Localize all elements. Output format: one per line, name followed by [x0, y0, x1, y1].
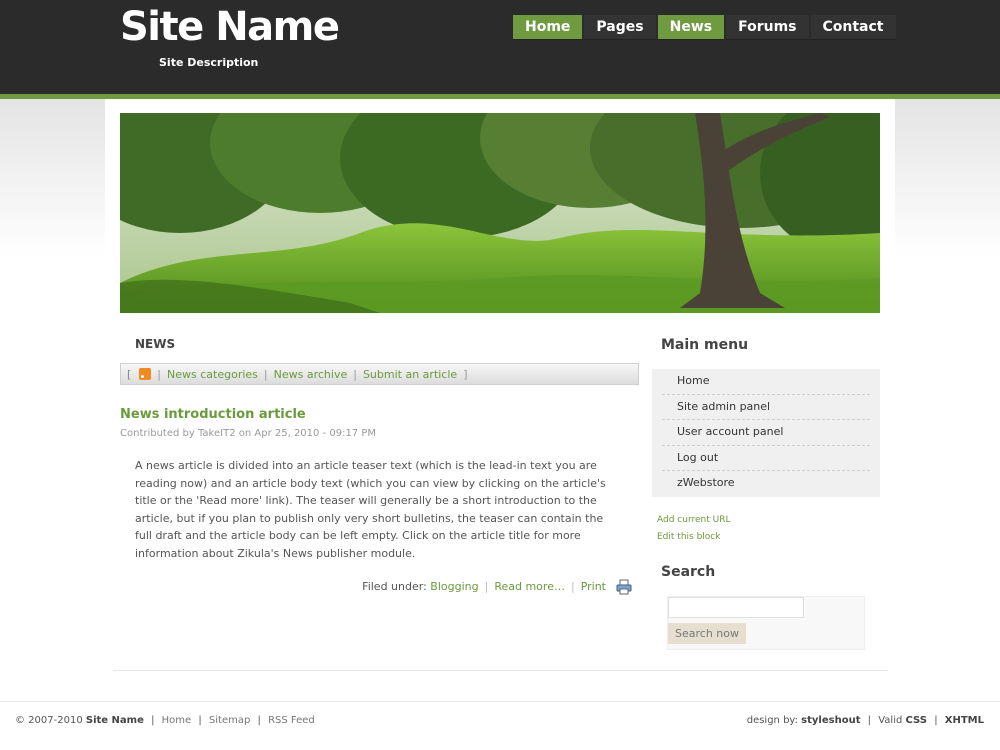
article-title[interactable]: News introduction article	[120, 407, 306, 422]
news-archive-link[interactable]: News archive	[274, 368, 348, 381]
search-input[interactable]	[668, 597, 804, 618]
separator: |	[151, 715, 155, 726]
footer-home-link[interactable]: Home	[162, 715, 192, 726]
footer-divider	[113, 670, 888, 671]
css-label: CSS	[905, 715, 928, 726]
separator: |	[257, 715, 261, 726]
main-navigation: Home Pages News Forums Contact	[513, 15, 898, 40]
valid-css-link[interactable]: CSS	[906, 715, 927, 726]
footer-sitemap-link[interactable]: Sitemap	[209, 715, 250, 726]
site-name[interactable]: Site Name	[120, 4, 340, 50]
submit-article-link[interactable]: Submit an article	[363, 368, 457, 381]
separator: |	[157, 367, 162, 381]
search-button[interactable]: Search now	[668, 623, 746, 644]
print-link[interactable]: Print	[581, 580, 606, 593]
separator: |	[353, 367, 357, 381]
separator: |	[570, 579, 575, 593]
printer-icon[interactable]	[616, 579, 632, 595]
designer-link[interactable]: styleshout	[801, 715, 860, 726]
designer-name: styleshout	[801, 715, 861, 726]
footer-left: © 2007-2010 Site Name | Home | Sitemap |…	[15, 715, 315, 726]
valid-xhtml-link[interactable]: XHTML	[945, 715, 984, 726]
separator: |	[934, 715, 938, 726]
main-menu-title: Main menu	[661, 337, 749, 353]
add-current-url-link[interactable]: Add current URL	[657, 515, 730, 525]
news-toolbar: [ | News categories | News archive | Sub…	[120, 363, 639, 385]
edit-block-link[interactable]: Edit this block	[657, 532, 720, 542]
valid-label: Valid	[878, 715, 903, 726]
bracket-open: [	[127, 367, 132, 381]
nav-home[interactable]: Home	[513, 15, 583, 40]
article-meta: Contributed by TakeIT2 on Apr 25, 2010 -…	[120, 428, 377, 439]
main-menu: Home Site admin panel User account panel…	[652, 369, 880, 497]
copyright-text: © 2007-2010	[15, 715, 83, 726]
nav-news[interactable]: News	[657, 15, 725, 40]
read-more-link[interactable]: Read more…	[494, 580, 565, 593]
rss-icon[interactable]	[139, 368, 152, 380]
search-box: Search now	[667, 596, 865, 650]
nav-pages[interactable]: Pages	[584, 15, 656, 40]
menu-item-zwebstore[interactable]: zWebstore	[662, 471, 870, 497]
article-body: A news article is divided into an articl…	[135, 459, 606, 560]
menu-item-home[interactable]: Home	[662, 369, 870, 395]
landscape-image	[120, 113, 880, 313]
site-description: Site Description	[159, 56, 259, 69]
site-header: Site Name Site Description Home Pages Ne…	[0, 0, 1000, 94]
design-by-label: design by:	[746, 715, 798, 726]
banner-image	[120, 113, 880, 313]
separator: |	[484, 579, 489, 593]
footer-site-name: Site Name	[85, 715, 144, 726]
menu-item-site-admin-panel[interactable]: Site admin panel	[662, 395, 870, 420]
footer-rss-link[interactable]: RSS Feed	[268, 715, 315, 726]
news-heading: NEWS	[135, 337, 176, 351]
separator: |	[263, 367, 268, 381]
bracket-close: ]	[463, 367, 468, 381]
menu-item-user-account-panel[interactable]: User account panel	[662, 420, 870, 446]
menu-item-log-out[interactable]: Log out	[662, 446, 870, 471]
search-title: Search	[661, 564, 716, 580]
news-categories-link[interactable]: News categories	[167, 368, 258, 381]
separator: |	[867, 715, 872, 726]
site-footer: © 2007-2010 Site Name | Home | Sitemap |…	[0, 701, 1000, 750]
footer-right: design by: styleshout | Valid CSS | XHTM…	[747, 715, 984, 726]
nav-contact[interactable]: Contact	[810, 15, 896, 40]
filed-under-label: Filed under:	[362, 579, 427, 593]
separator: |	[198, 715, 202, 726]
category-link[interactable]: Blogging	[430, 580, 478, 593]
nav-forums[interactable]: Forums	[726, 15, 809, 40]
xhtml-label: XHTML	[944, 715, 984, 726]
article-footer: Filed under: Blogging | Read more… | Pri…	[362, 579, 632, 595]
